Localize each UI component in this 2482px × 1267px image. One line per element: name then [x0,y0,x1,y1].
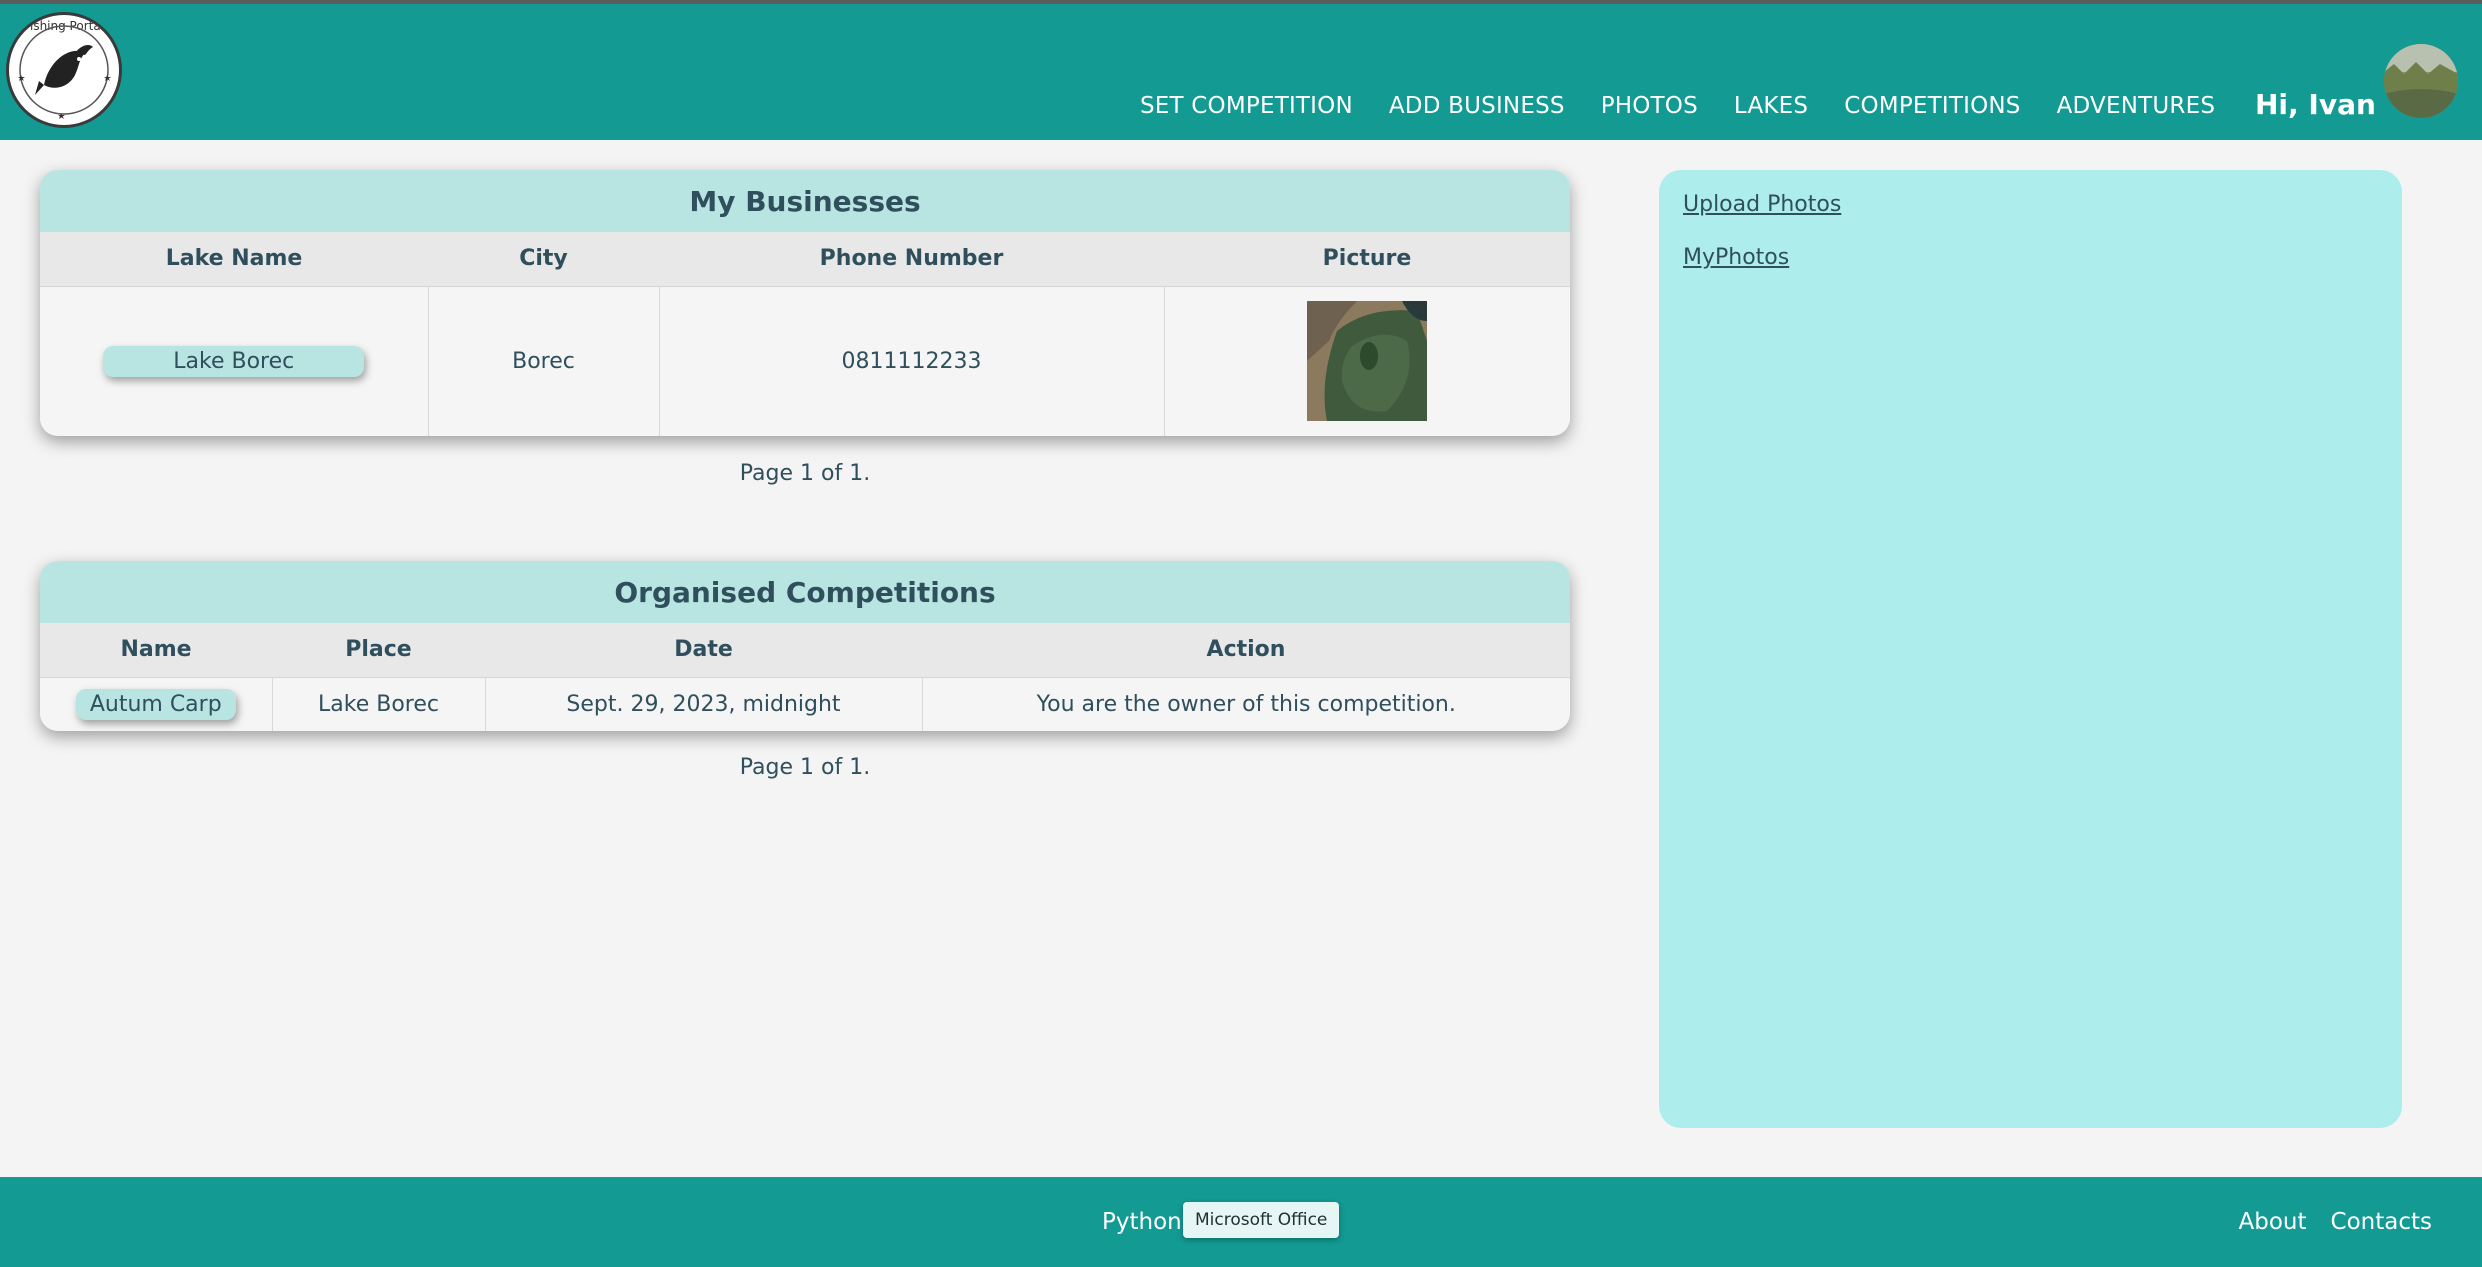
column-header-date: Date [485,623,922,678]
competition-name-link[interactable]: Autum Carp [75,688,236,720]
competitions-panel: Organised Competitions Name Place Date A… [40,561,1570,731]
cell-phone: 0811112233 [659,286,1165,436]
footer-about-link[interactable]: About [2239,1209,2307,1235]
column-header-picture: Picture [1164,232,1570,287]
fishing-portal-logo[interactable]: Fishing Portal [6,12,122,128]
user-avatar[interactable] [2384,44,2458,118]
user-greeting: Hi, Ivan [2255,88,2376,121]
footer: Python k Microsoft Office About Contacts [0,1177,2482,1267]
table-row: Lake Borec Borec 0811112233 [40,286,1570,436]
cell-picture [1164,286,1570,436]
photos-sidebar: Upload Photos MyPhotos [1659,170,2402,1128]
lake-thumbnail-image[interactable] [1307,301,1428,422]
cell-competition-name: Autum Carp [40,677,273,731]
cell-date: Sept. 29, 2023, midnight [485,677,923,731]
lake-name-link[interactable]: Lake Borec [103,345,365,377]
tooltip: Microsoft Office [1183,1202,1340,1238]
businesses-table: Lake Name City Phone Number Picture Lake… [40,232,1570,436]
competitions-table: Name Place Date Action Autum Carp Lake B… [40,623,1570,731]
cell-city: Borec [428,286,660,436]
competitions-pager: Page 1 of 1. [739,755,871,780]
upload-photos-link[interactable]: Upload Photos [1683,192,2378,217]
nav-competitions[interactable]: COMPETITIONS [1844,93,2020,119]
footer-credit-text: Python [1102,1209,1182,1235]
fish-icon [18,25,111,119]
cell-place: Lake Borec [272,677,486,731]
top-navbar: Fishing Portal SET COMPETITION ADD BUSIN… [0,0,2482,140]
nav-add-business[interactable]: ADD BUSINESS [1389,93,1565,119]
column-header-city: City [428,232,659,287]
table-row: Autum Carp Lake Borec Sept. 29, 2023, mi… [40,677,1570,731]
column-header-name: Name [40,623,272,678]
competitions-title: Organised Competitions [40,561,1570,623]
avatar-photo-icon [2384,44,2458,118]
nav-lakes[interactable]: LAKES [1734,93,1808,119]
footer-contacts-link[interactable]: Contacts [2331,1209,2432,1235]
businesses-pager: Page 1 of 1. [739,461,871,486]
column-header-place: Place [272,623,485,678]
my-photos-link[interactable]: MyPhotos [1683,245,2378,270]
my-businesses-panel: My Businesses Lake Name City Phone Numbe… [40,170,1570,436]
my-businesses-title: My Businesses [40,170,1570,232]
column-header-action: Action [922,623,1570,678]
column-header-phone: Phone Number [659,232,1164,287]
nav-photos[interactable]: PHOTOS [1601,93,1698,119]
nav-adventures[interactable]: ADVENTURES [2057,93,2216,119]
nav-set-competition[interactable]: SET COMPETITION [1140,93,1353,119]
column-header-lake-name: Lake Name [40,232,428,287]
footer-links: About Contacts [2239,1209,2432,1235]
cell-lake-name: Lake Borec [40,286,429,436]
main-nav: SET COMPETITION ADD BUSINESS PHOTOS LAKE… [1140,86,2215,126]
cell-action: You are the owner of this competition. [922,677,1570,731]
